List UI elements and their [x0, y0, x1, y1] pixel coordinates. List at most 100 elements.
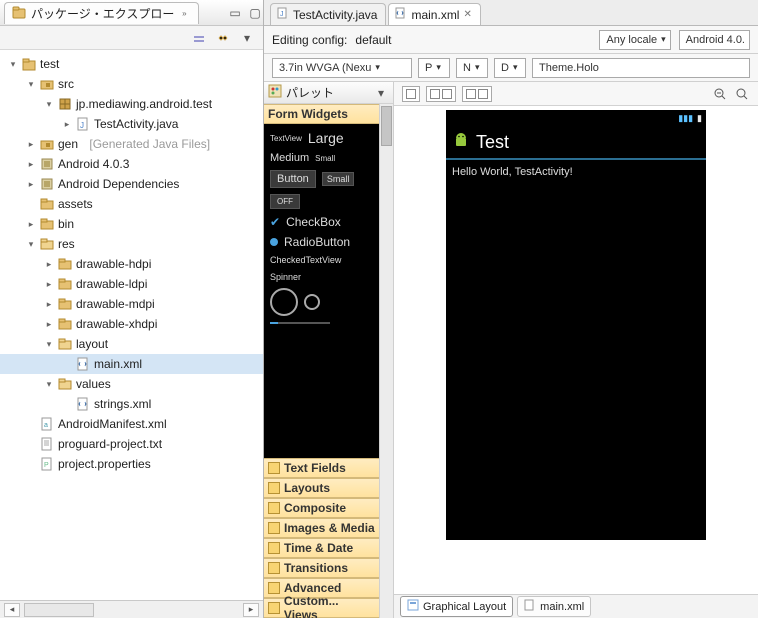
orientation-combo[interactable]: P ▾ [418, 58, 450, 78]
view-menu-icon[interactable]: ▾ [239, 30, 255, 46]
drawer-layouts[interactable]: Layouts [264, 478, 379, 498]
tree-node-strings-xml[interactable]: strings.xml [0, 394, 263, 414]
scroll-thumb[interactable] [381, 106, 392, 146]
expand-icon[interactable]: ▸ [44, 259, 54, 270]
widget-progress-large[interactable] [270, 288, 298, 316]
toggle-clipping-button[interactable] [402, 86, 420, 102]
editor-tab-xml[interactable]: main.xml ✕ [388, 3, 480, 25]
tree-node-proguard[interactable]: proguard-project.txt [0, 434, 263, 454]
tree-node-bin[interactable]: ▸ bin [0, 214, 263, 234]
expand-icon[interactable]: ▾ [26, 79, 36, 90]
widget-medium[interactable]: Medium [270, 152, 309, 164]
drawer-transitions[interactable]: Transitions [264, 558, 379, 578]
project-icon [22, 57, 36, 71]
scroll-right-button[interactable]: ▸ [243, 603, 259, 617]
drawer-images[interactable]: Images & Media [264, 518, 379, 538]
tab-graphical-layout[interactable]: Graphical Layout [400, 596, 513, 617]
link-editor-icon[interactable] [215, 30, 231, 46]
folder-icon [58, 297, 72, 311]
maximize-icon[interactable]: ▢ [247, 5, 263, 21]
drawer-label: Custom... Views [284, 594, 375, 618]
palette-menu-icon[interactable]: ▾ [373, 85, 389, 101]
tree-node-android-deps[interactable]: ▸ Android Dependencies [0, 174, 263, 194]
zoom-reset-icon[interactable] [734, 86, 750, 102]
drawer-time[interactable]: Time & Date [264, 538, 379, 558]
project-tree[interactable]: ▾ test ▾ src ▾ jp.mediawing.android.test [0, 50, 263, 600]
palette-scrollbar[interactable] [379, 104, 393, 618]
expand-icon[interactable]: ▸ [62, 119, 72, 130]
expand-icon[interactable]: ▸ [44, 319, 54, 330]
tree-node-package[interactable]: ▾ jp.mediawing.android.test [0, 94, 263, 114]
tab-xml-source[interactable]: main.xml [517, 596, 591, 617]
tree-hscrollbar[interactable]: ◂ ▸ [0, 600, 263, 618]
nightmode-combo[interactable]: N ▾ [456, 58, 488, 78]
zoom-out-icon[interactable] [712, 86, 728, 102]
tree-node-values[interactable]: ▾ values [0, 374, 263, 394]
drawer-label: Composite [284, 501, 346, 515]
folder-open-icon [58, 337, 72, 351]
close-icon[interactable]: ✕ [463, 9, 471, 20]
widget-seekbar[interactable] [270, 322, 330, 324]
tree-label: AndroidManifest.xml [58, 417, 167, 431]
expand-icon[interactable]: ▾ [8, 59, 18, 70]
align-group-2[interactable] [462, 86, 492, 102]
tree-node-res[interactable]: ▾ res [0, 234, 263, 254]
tree-node-assets[interactable]: assets [0, 194, 263, 214]
tree-node-android-lib[interactable]: ▸ Android 4.0.3 [0, 154, 263, 174]
widget-checkbox[interactable]: ✔ CheckBox [270, 215, 373, 229]
tree-node-gen[interactable]: ▸ gen [Generated Java Files] [0, 134, 263, 154]
expand-icon[interactable]: ▸ [26, 159, 36, 170]
widget-progress-small[interactable] [304, 294, 320, 310]
tree-node-java-file[interactable]: ▸ J TestActivity.java [0, 114, 263, 134]
expand-icon[interactable]: ▾ [26, 239, 36, 250]
expand-icon[interactable]: ▸ [26, 179, 36, 190]
tree-node-project[interactable]: ▾ test [0, 54, 263, 74]
widget-spinner[interactable]: Spinner [270, 272, 373, 282]
widget-button[interactable]: Button [270, 170, 316, 188]
widget-checkedtextview[interactable]: CheckedTextView [270, 255, 373, 266]
expand-icon[interactable]: ▸ [26, 219, 36, 230]
widget-toggle-off[interactable]: OFF [270, 194, 300, 209]
drawer-custom[interactable]: Custom... Views [264, 598, 379, 618]
widget-radio[interactable]: RadioButton [270, 235, 373, 249]
theme-combo[interactable]: Theme.Holo [532, 58, 750, 78]
scroll-left-button[interactable]: ◂ [4, 603, 20, 617]
widget-small-button[interactable]: Small [322, 172, 355, 186]
drawer-form-widgets[interactable]: Form Widgets [264, 104, 379, 124]
expand-icon[interactable]: ▸ [26, 139, 36, 150]
tree-node-main-xml[interactable]: main.xml [0, 354, 263, 374]
tree-node-manifest[interactable]: a AndroidManifest.xml [0, 414, 263, 434]
platform-combo[interactable]: Android 4.0. [679, 30, 750, 50]
drawer-label: Time & Date [284, 541, 353, 555]
widget-large[interactable]: Large [308, 130, 344, 146]
tree-node-properties[interactable]: P project.properties [0, 454, 263, 474]
canvas-viewport[interactable]: ▮▮▮ ▮ Test Hello World, TestActivity! [394, 106, 758, 594]
tree-node-layout[interactable]: ▾ layout [0, 334, 263, 354]
folder-icon [268, 502, 280, 514]
expand-icon[interactable]: ▸ [44, 279, 54, 290]
minimize-icon[interactable]: ▭ [227, 5, 243, 21]
tree-node-drawable-xhdpi[interactable]: ▸ drawable-xhdpi [0, 314, 263, 334]
scroll-thumb[interactable] [24, 603, 94, 617]
drawer-text-fields[interactable]: Text Fields [264, 458, 379, 478]
tree-node-drawable-hdpi[interactable]: ▸ drawable-hdpi [0, 254, 263, 274]
expand-icon[interactable]: ▾ [44, 339, 54, 350]
tree-node-drawable-ldpi[interactable]: ▸ drawable-ldpi [0, 274, 263, 294]
widget-textview[interactable]: TextView [270, 134, 302, 143]
combo-label: Any locale [606, 34, 657, 46]
locale-combo[interactable]: Any locale ▾ [599, 30, 670, 50]
expand-icon[interactable]: ▾ [44, 99, 54, 110]
collapse-all-icon[interactable] [191, 30, 207, 46]
tree-node-drawable-mdpi[interactable]: ▸ drawable-mdpi [0, 294, 263, 314]
drawer-composite[interactable]: Composite [264, 498, 379, 518]
align-group-1[interactable] [426, 86, 456, 102]
device-combo[interactable]: 3.7in WVGA (Nexu ▾ [272, 58, 412, 78]
expand-icon[interactable]: ▾ [44, 379, 54, 390]
tree-node-src[interactable]: ▾ src [0, 74, 263, 94]
expand-icon[interactable]: ▸ [44, 299, 54, 310]
widget-small[interactable]: Small [315, 154, 335, 163]
dock-combo[interactable]: D ▾ [494, 58, 526, 78]
svg-text:a: a [44, 422, 48, 429]
package-explorer-tab[interactable]: パッケージ・エクスプロー » [4, 2, 199, 24]
editor-tab-java[interactable]: J TestActivity.java [270, 3, 386, 25]
